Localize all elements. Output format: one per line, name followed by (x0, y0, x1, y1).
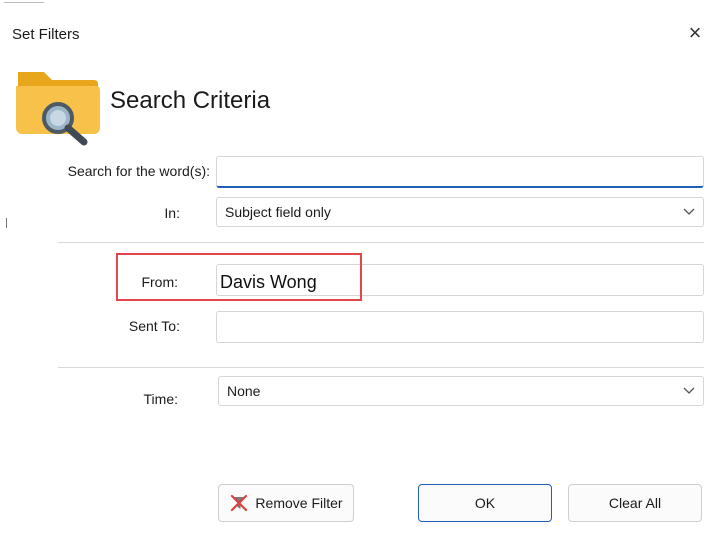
ok-button[interactable]: OK (418, 484, 552, 522)
dialog-title: Set Filters (12, 26, 80, 43)
search-words-input[interactable] (216, 156, 704, 188)
clear-all-label: Clear All (608, 495, 662, 511)
clear-all-button[interactable]: Clear All (568, 484, 702, 522)
sent-to-input[interactable] (216, 311, 704, 343)
chevron-down-icon (683, 208, 695, 215)
separator (58, 367, 704, 368)
folder-search-icon (16, 72, 100, 146)
background-fragment (4, 0, 44, 3)
search-words-label: Search for the word(s): (67, 163, 210, 179)
close-icon: × (688, 20, 702, 45)
remove-filter-button[interactable]: Remove Filter (218, 484, 354, 522)
window-top-edge (0, 0, 713, 14)
ok-label: OK (474, 495, 496, 511)
remove-filter-icon (231, 494, 248, 512)
in-dropdown[interactable]: Subject field only (216, 197, 704, 227)
remove-filter-label: Remove Filter (255, 495, 343, 511)
from-label: From: (141, 274, 178, 290)
close-button[interactable]: × (680, 18, 710, 48)
in-selected-value: Subject field only (225, 204, 331, 220)
sent-to-label: Sent To: (128, 318, 180, 334)
time-label: Time: (143, 391, 178, 407)
search-criteria-heading: Search Criteria (110, 87, 271, 114)
chevron-down-icon (683, 387, 695, 394)
separator (58, 242, 704, 243)
edge-mark (6, 218, 7, 228)
from-value: Davis Wong (220, 272, 317, 292)
set-filters-dialog: Set Filters × Search Criteria Search for… (0, 0, 713, 557)
in-label: In: (164, 205, 180, 221)
time-dropdown[interactable]: None (218, 376, 704, 406)
time-selected-value: None (227, 383, 261, 399)
